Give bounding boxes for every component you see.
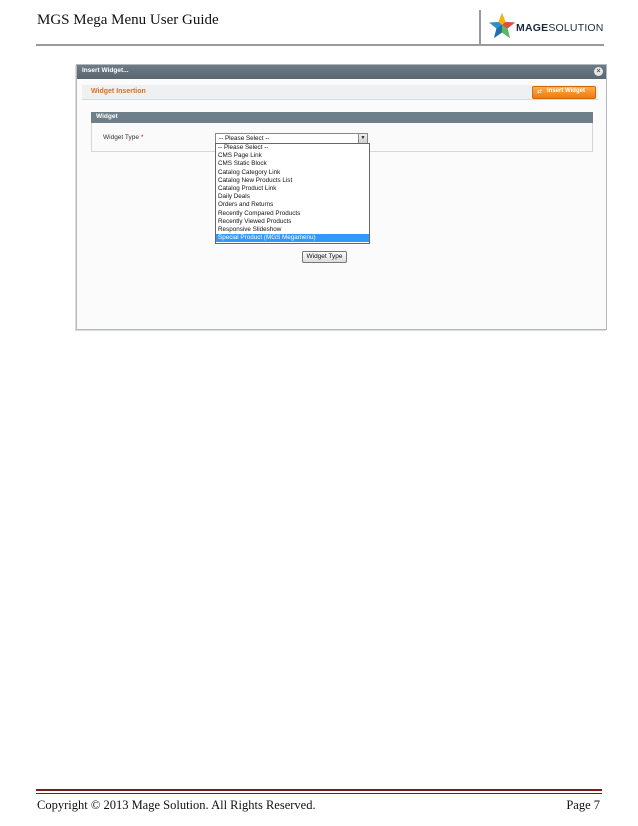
required-mark: * [140,134,144,141]
dropdown-option[interactable]: -- Please Select -- [216,144,369,152]
copyright-text: Copyright © 2013 Mage Solution. All Righ… [37,798,316,812]
widget-type-button-label: Widget Type [306,253,343,260]
logo-wordmark: MAGESOLUTION [516,22,604,34]
star-logo-icon [489,13,515,38]
document-title: MGS Mega Menu User Guide [37,12,219,28]
widget-insertion-header: Widget Insertion ⇄ Insert Widget [82,85,598,100]
logo-mage-text: MAGE [516,22,549,34]
dialog-titlebar: Insert Widget... × [77,65,606,79]
dropdown-option[interactable]: CMS Page Link [216,152,369,160]
insert-widget-dialog: Insert Widget... × Widget Insertion ⇄ In… [76,64,607,330]
widget-type-button[interactable]: Widget Type [302,251,347,263]
dropdown-option[interactable]: Catalog Product Link [216,185,369,193]
insert-widget-label: Insert Widget [547,88,585,94]
chevron-down-icon[interactable]: ▼ [358,134,367,143]
footer-rule-thin [36,793,602,794]
section-title: Widget Insertion [91,88,146,95]
dropdown-option[interactable]: Recently Viewed Products [216,218,369,226]
select-value: -- Please Select -- [219,135,270,142]
dropdown-option[interactable]: Daily Deals [216,193,369,201]
footer-rule [36,789,602,791]
insert-widget-button[interactable]: ⇄ Insert Widget [532,86,596,99]
close-icon[interactable]: × [594,67,603,76]
page-number: Page 7 [566,798,600,812]
fieldset-title: Widget [96,113,118,120]
widget-type-label: Widget Type * [103,134,143,141]
dropdown-option[interactable]: Recently Compared Products [216,210,369,218]
logo-solution-text: SOLUTION [548,22,604,34]
insert-arrow-icon: ⇄ [537,89,543,95]
header-divider [479,10,481,44]
dropdown-option[interactable]: CMS Static Block [216,160,369,168]
fieldset-header: Widget [91,112,593,123]
widget-type-dropdown: -- Please Select -- CMS Page Link CMS St… [215,143,370,244]
dropdown-option[interactable]: Responsive Slideshow [216,226,369,234]
widget-type-label-text: Widget Type [103,134,140,141]
header-rule [36,44,604,46]
dropdown-option[interactable]: Orders and Returns [216,201,369,209]
dialog-title: Insert Widget... [82,67,129,74]
dropdown-option[interactable]: Catalog Category Link [216,169,369,177]
dropdown-option[interactable]: Catalog New Products List [216,177,369,185]
mage-solution-logo: MAGESOLUTION [488,12,606,42]
dropdown-option-selected[interactable]: Special Product (MGS Megamenu) [216,234,369,243]
